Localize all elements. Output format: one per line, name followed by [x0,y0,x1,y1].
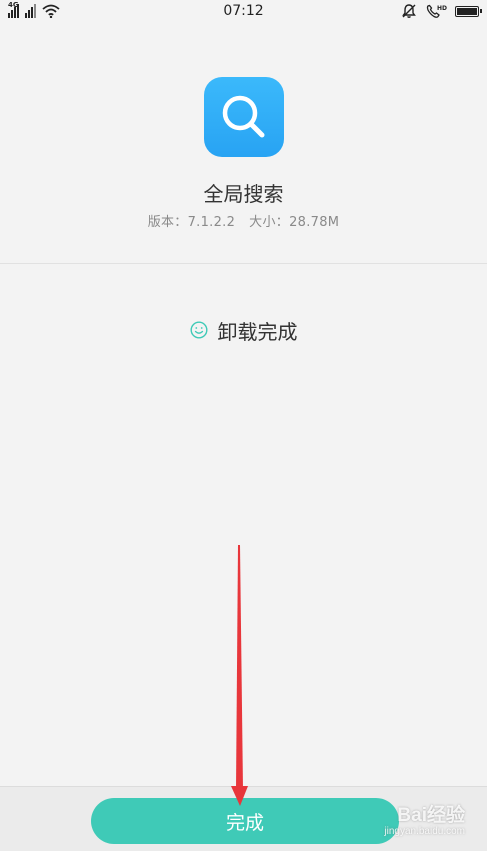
app-icon [204,77,284,157]
watermark-sub: jingyan.baidu.com [384,826,465,837]
hd-label: HD [437,5,447,12]
status-right-icons: HD [401,2,482,20]
app-meta: 版本：7.1.2.2 大小：28.78M [0,211,487,230]
search-icon [222,95,265,138]
hd-call-icon: HD [426,4,447,18]
app-name: 全局搜索 [203,182,284,206]
status-bar: 4G 07:12 HD [0,0,487,22]
battery-icon [455,5,482,17]
watermark-text: Bai经验 [397,805,465,826]
alarm-icon [402,4,416,18]
app-version: 版本：7.1.2.2 [147,215,236,230]
battery-level [457,7,477,15]
result-text: 卸载完成 [217,319,298,344]
divider [0,263,487,264]
done-button[interactable]: 完成 [91,798,399,844]
uninstall-result: 卸载完成 [0,316,487,344]
app-size: 大小：28.78M [249,215,340,230]
app-header: 全局搜索 版本：7.1.2.2 大小：28.78M [0,22,487,263]
smile-icon [189,321,208,339]
watermark: Bai经验 jingyan.baidu.com [384,806,465,837]
